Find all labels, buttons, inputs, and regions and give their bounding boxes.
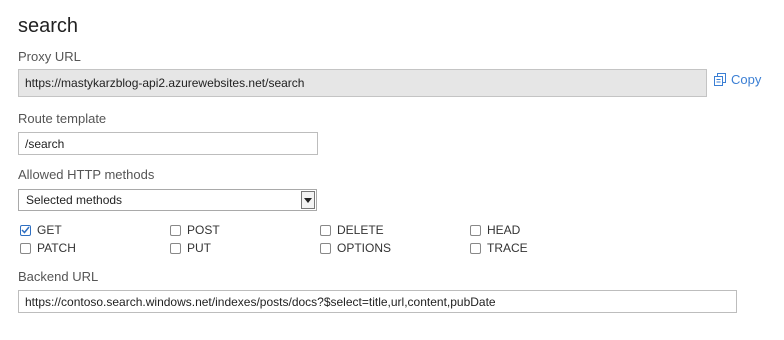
checkbox-icon <box>170 224 181 236</box>
page-title: search <box>18 15 79 37</box>
method-post-label: POST <box>187 223 220 237</box>
method-get-checkbox[interactable]: GET <box>20 223 62 237</box>
method-patch-checkbox[interactable]: PATCH <box>20 241 76 255</box>
checkbox-icon <box>320 224 331 236</box>
backend-url-label: Backend URL <box>18 269 99 284</box>
methods-select-value: Selected methods <box>26 193 123 207</box>
method-patch-label: PATCH <box>37 241 76 255</box>
backend-url-input[interactable]: https://contoso.search.windows.net/index… <box>18 290 737 313</box>
copy-button[interactable]: Copy <box>714 72 761 87</box>
checkbox-icon <box>470 224 481 236</box>
method-head-checkbox[interactable]: HEAD <box>470 223 520 237</box>
chevron-down-icon[interactable] <box>301 191 315 209</box>
checkbox-icon <box>470 242 481 254</box>
method-delete-label: DELETE <box>337 223 384 237</box>
method-head-label: HEAD <box>487 223 521 237</box>
allowed-methods-label: Allowed HTTP methods <box>18 167 155 182</box>
copy-label: Copy <box>731 72 762 87</box>
method-trace-label: TRACE <box>487 241 528 255</box>
copy-icon <box>714 73 726 86</box>
proxy-url-label: Proxy URL <box>18 49 81 64</box>
checkbox-checked-icon <box>20 224 31 236</box>
method-trace-checkbox[interactable]: TRACE <box>470 241 528 255</box>
checkbox-icon <box>170 242 181 254</box>
checkbox-icon <box>20 242 31 254</box>
route-template-label: Route template <box>18 111 107 126</box>
checkbox-icon <box>320 242 331 254</box>
method-delete-checkbox[interactable]: DELETE <box>320 223 384 237</box>
proxy-url-field[interactable]: https://mastykarzblog-api2.azurewebsites… <box>18 69 707 97</box>
method-options-label: OPTIONS <box>337 241 392 255</box>
route-template-input[interactable]: /search <box>18 132 318 155</box>
method-options-checkbox[interactable]: OPTIONS <box>320 241 391 255</box>
method-put-checkbox[interactable]: PUT <box>170 241 211 255</box>
method-post-checkbox[interactable]: POST <box>170 223 220 237</box>
method-get-label: GET <box>37 223 62 237</box>
method-put-label: PUT <box>187 241 211 255</box>
methods-select[interactable]: Selected methods <box>18 189 317 211</box>
